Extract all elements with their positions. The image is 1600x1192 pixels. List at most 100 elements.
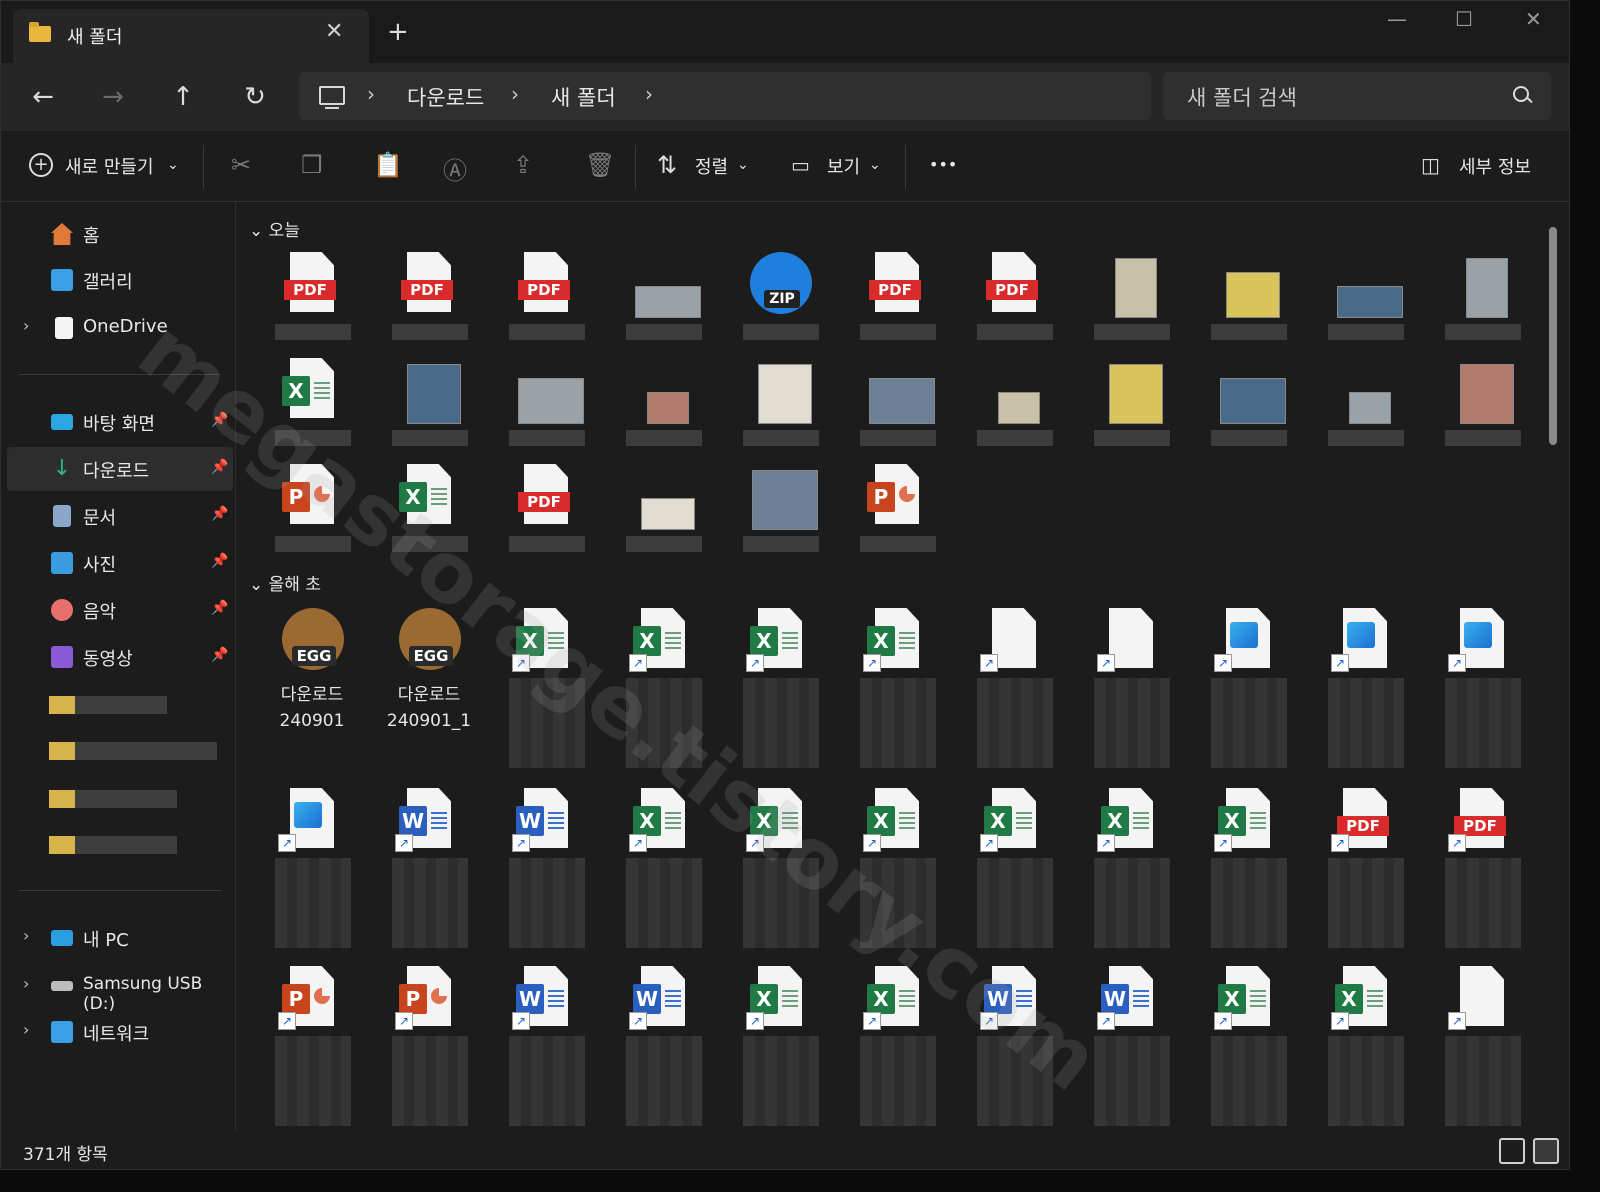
file-item[interactable] (725, 358, 835, 458)
more-options-button[interactable]: ••• (929, 155, 957, 174)
sidebar-item-documents[interactable]: 문서 📌 (7, 494, 233, 538)
sidebar-item-network[interactable]: › 네트워크 (7, 1010, 233, 1054)
file-item[interactable]: X ↗ (1193, 788, 1303, 958)
file-item[interactable]: PDF (257, 252, 367, 352)
file-item[interactable]: PDF (491, 464, 601, 564)
close-tab-icon[interactable]: ✕ (325, 19, 343, 44)
file-item[interactable] (725, 464, 835, 564)
this-pc-icon[interactable] (319, 86, 345, 109)
file-item[interactable] (1076, 252, 1186, 352)
large-icons-view-icon[interactable] (1533, 1138, 1559, 1164)
file-item[interactable]: ↗ (1427, 966, 1537, 1136)
forward-button[interactable]: → (93, 77, 133, 117)
chevron-down-icon[interactable]: ⌄ (249, 221, 263, 241)
chevron-down-icon[interactable]: ⌄ (737, 157, 749, 173)
file-item[interactable]: X ↗ (1310, 966, 1420, 1136)
chevron-right-icon[interactable]: › (23, 926, 29, 945)
file-item[interactable] (491, 358, 601, 458)
refresh-button[interactable]: ↻ (235, 77, 275, 117)
file-item[interactable] (1076, 358, 1186, 458)
sidebar-item-usb-drive[interactable]: › Samsung USB (D:) (7, 964, 233, 1014)
redacted-folder[interactable] (49, 696, 167, 714)
file-item[interactable] (374, 358, 484, 458)
file-item[interactable] (842, 358, 952, 458)
new-button[interactable]: 새로 만들기 (65, 153, 154, 179)
file-item[interactable] (608, 358, 718, 458)
details-pane-icon[interactable]: ◫ (1421, 153, 1440, 177)
file-item[interactable]: X ↗ (725, 966, 835, 1136)
chevron-down-icon[interactable]: ⌄ (167, 157, 179, 173)
sidebar-item-home[interactable]: 홈 (7, 212, 233, 256)
file-item[interactable] (959, 358, 1069, 458)
sidebar-item-videos[interactable]: 동영상 📌 (7, 635, 233, 679)
file-item[interactable]: W ↗ (608, 966, 718, 1136)
file-item[interactable]: PDF ↗ (1427, 788, 1537, 958)
file-item[interactable]: ↗ (1193, 608, 1303, 778)
search-icon[interactable] (1513, 86, 1529, 102)
file-item[interactable] (1310, 358, 1420, 458)
details-button[interactable]: 세부 정보 (1459, 153, 1531, 179)
file-item[interactable]: W ↗ (491, 788, 601, 958)
breadcrumb-separator[interactable]: › (367, 82, 375, 106)
breadcrumb-new-folder[interactable]: 새 폴더 (551, 82, 616, 112)
sidebar-item-downloads[interactable]: ↓ 다운로드 📌 (7, 447, 233, 491)
file-item[interactable]: X ↗ (1193, 966, 1303, 1136)
chevron-right-icon[interactable]: › (23, 316, 29, 335)
file-item[interactable] (1427, 252, 1537, 352)
view-icon[interactable]: ▭ (791, 153, 810, 177)
back-button[interactable]: ← (23, 77, 63, 117)
file-item[interactable]: P ↗ (257, 966, 367, 1136)
up-button[interactable]: ↑ (163, 77, 203, 117)
file-item[interactable] (1193, 358, 1303, 458)
sidebar-item-music[interactable]: 음악 📌 (7, 588, 233, 632)
file-item[interactable]: ↗ (1310, 608, 1420, 778)
sort-icon[interactable]: ⇅ (657, 151, 677, 179)
breadcrumb-separator[interactable]: › (511, 82, 519, 106)
file-item[interactable]: W ↗ (374, 788, 484, 958)
file-item[interactable] (1310, 252, 1420, 352)
copy-icon[interactable]: ❐ (301, 151, 323, 179)
chevron-down-icon[interactable]: ⌄ (249, 575, 263, 595)
maximize-button[interactable]: ☐ (1455, 7, 1473, 31)
chevron-right-icon[interactable]: › (23, 974, 29, 993)
close-window-button[interactable]: ✕ (1525, 7, 1542, 31)
redacted-folder[interactable] (49, 742, 217, 760)
file-item[interactable] (1427, 358, 1537, 458)
pin-icon[interactable]: 📌 (211, 647, 228, 663)
file-item[interactable]: PDF (959, 252, 1069, 352)
rename-icon[interactable]: Ⓐ (443, 151, 467, 186)
tab-current-folder[interactable]: 새 폴더 ✕ (13, 9, 369, 63)
pin-icon[interactable]: 📌 (211, 506, 228, 522)
file-item[interactable] (608, 252, 718, 352)
file-item[interactable]: ↗ (257, 788, 367, 958)
file-item[interactable]: W ↗ (491, 966, 601, 1136)
file-item[interactable]: PDF (374, 252, 484, 352)
view-button[interactable]: 보기 (827, 153, 860, 179)
minimize-button[interactable]: — (1387, 7, 1407, 31)
pin-icon[interactable]: 📌 (211, 459, 228, 475)
group-header-earlier[interactable]: ⌄ 올해 초 (249, 570, 321, 595)
file-item[interactable]: ZIP (725, 252, 835, 352)
file-item[interactable] (1193, 252, 1303, 352)
paste-icon[interactable]: 📋 (373, 151, 403, 179)
sort-button[interactable]: 정렬 (695, 153, 728, 179)
file-item[interactable]: EGG 다운로드 240901 (257, 608, 367, 778)
file-item[interactable]: PDF ↗ (1310, 788, 1420, 958)
file-item[interactable]: P (842, 464, 952, 564)
file-item[interactable]: ↗ (1427, 608, 1537, 778)
pin-icon[interactable]: 📌 (211, 600, 228, 616)
chevron-right-icon[interactable]: › (23, 1020, 29, 1039)
search-box[interactable]: 새 폴더 검색 (1163, 72, 1551, 120)
file-item[interactable]: P ↗ (374, 966, 484, 1136)
file-item[interactable]: ↗ (1076, 608, 1186, 778)
file-item[interactable] (608, 464, 718, 564)
new-tab-button[interactable]: + (387, 19, 409, 45)
chevron-down-icon[interactable]: ⌄ (869, 157, 881, 173)
cut-icon[interactable]: ✂ (231, 151, 251, 179)
new-icon[interactable]: + (29, 153, 53, 177)
address-bar[interactable]: › 다운로드 › 새 폴더 › (299, 72, 1151, 120)
file-item[interactable]: PDF (842, 252, 952, 352)
search-input[interactable]: 새 폴더 검색 (1187, 82, 1297, 112)
vertical-scrollbar[interactable] (1549, 227, 1557, 445)
pin-icon[interactable]: 📌 (211, 553, 228, 569)
